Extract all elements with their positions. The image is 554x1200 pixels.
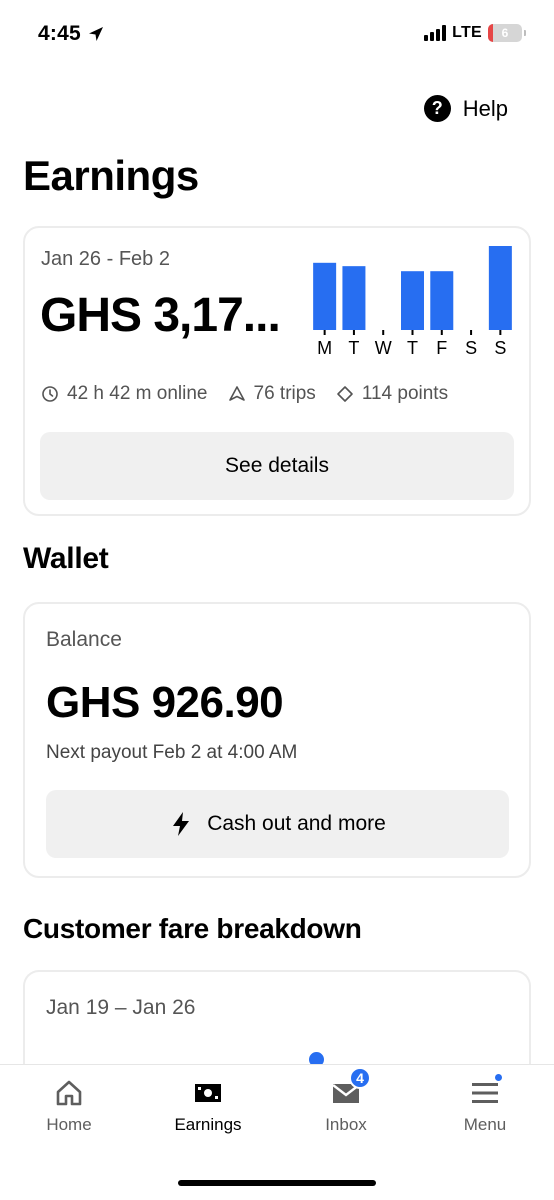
cash-icon <box>195 1084 221 1102</box>
balance-amount: GHS 926.90 <box>46 678 284 727</box>
page-title: Earnings <box>23 152 199 199</box>
cash-out-label: Cash out and more <box>207 812 386 835</box>
see-details-button[interactable]: See details <box>40 432 514 500</box>
tab-earnings[interactable]: Earnings <box>148 1079 268 1135</box>
chart-tick-2 <box>382 330 385 335</box>
status-indicators: LTE 6 <box>424 24 526 42</box>
help-label: Help <box>462 95 508 121</box>
tab-menu[interactable]: Menu <box>425 1072 545 1135</box>
balance-label: Balance <box>46 628 122 651</box>
earnings-date-range: Jan 26 - Feb 2 <box>41 248 170 270</box>
status-time: 4:45 <box>38 22 105 46</box>
tab-inbox[interactable]: 4 Inbox <box>286 1067 406 1135</box>
status-time-text: 4:45 <box>38 22 81 45</box>
chart-bar-1 <box>342 266 366 330</box>
chart-tick-3 <box>411 330 414 335</box>
fare-date-range: Jan 19 – Jan 26 <box>46 996 196 1019</box>
chart-day-label-3: T <box>407 338 418 358</box>
inbox-badge: 4 <box>349 1067 371 1089</box>
hamburger-icon <box>472 1083 498 1103</box>
home-indicator <box>178 1180 376 1186</box>
trips-count: 76 trips <box>253 383 316 404</box>
chart-bar-4 <box>430 271 454 330</box>
chart-bar-3 <box>401 271 424 330</box>
next-payout-text: Next payout Feb 2 at 4:00 AM <box>46 742 298 763</box>
earnings-amount: GHS 3,17... <box>40 289 281 342</box>
diamond-icon <box>337 386 353 402</box>
tab-inbox-label: Inbox <box>325 1115 367 1134</box>
fare-breakdown-title: Customer fare breakdown <box>23 913 362 944</box>
battery-level: 6 <box>501 26 509 40</box>
lightning-icon <box>173 812 190 836</box>
home-icon <box>56 1080 82 1106</box>
signal-icon <box>424 25 447 41</box>
earnings-screen: 4:45 LTE 6 ? Help Earnings Jan 26 - Feb … <box>0 0 554 1200</box>
stat-trips: 76 trips <box>228 383 316 405</box>
chart-tick-6 <box>499 330 502 335</box>
clock-icon <box>42 386 58 402</box>
cash-out-button[interactable]: Cash out and more <box>46 790 509 858</box>
chart-day-label-1: T <box>348 338 359 358</box>
menu-notification-dot <box>493 1072 504 1083</box>
chart-day-label-6: S <box>494 338 506 358</box>
weekly-earnings-card[interactable]: Jan 26 - Feb 2 GHS 3,17... MTWTFSS 42 h … <box>23 226 531 516</box>
chart-day-label-2: W <box>375 338 392 358</box>
chart-day-label-5: S <box>465 338 477 358</box>
help-button[interactable]: ? Help <box>423 95 508 122</box>
bar-chart-svg: MTWTFSS <box>313 246 512 358</box>
tab-menu-label: Menu <box>463 1115 507 1134</box>
location-arrow-icon <box>88 27 103 41</box>
inbox-icon-wrap: 4 <box>331 1067 371 1107</box>
battery-tip <box>524 30 526 36</box>
weekly-earnings-chart: MTWTFSS <box>310 242 515 360</box>
stat-online: 42 h 42 m online <box>41 383 208 405</box>
chart-bar-6 <box>488 246 512 330</box>
wallet-title: Wallet <box>23 542 109 575</box>
help-icon: ? <box>423 95 451 122</box>
network-type: LTE <box>452 24 482 41</box>
stat-points: 114 points <box>336 383 448 405</box>
tab-home-label: Home <box>46 1115 92 1134</box>
chart-day-label-4: F <box>436 338 447 358</box>
tab-earnings-label: Earnings <box>174 1115 242 1134</box>
points-count: 114 points <box>361 383 449 404</box>
battery-icon: 6 <box>488 24 522 42</box>
chart-day-label-0: M <box>317 338 332 358</box>
menu-icon-wrap <box>470 1072 504 1107</box>
chart-tick-0 <box>323 330 326 335</box>
trip-arrow-icon <box>228 386 245 401</box>
earnings-stats: 42 h 42 m online 76 trips 114 points <box>41 383 448 405</box>
chart-tick-1 <box>352 330 355 335</box>
chart-tick-4 <box>440 330 443 335</box>
chart-bar-0 <box>313 262 337 330</box>
chart-tick-5 <box>470 330 473 335</box>
online-time: 42 h 42 m online <box>67 383 208 404</box>
wallet-card[interactable]: Balance GHS 926.90 Next payout Feb 2 at … <box>23 602 531 878</box>
tab-home[interactable]: Home <box>9 1079 129 1135</box>
